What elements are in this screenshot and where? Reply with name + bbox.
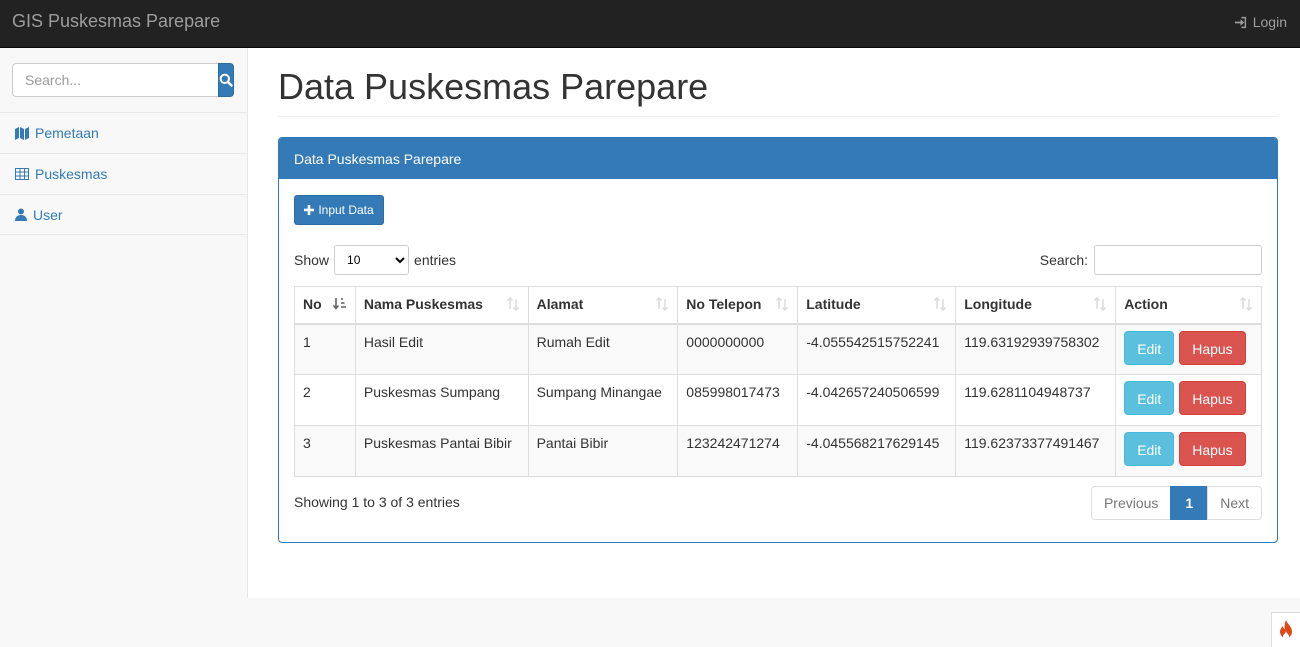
sort-both-icon xyxy=(934,297,947,311)
edit-button[interactable]: Edit xyxy=(1124,330,1175,365)
map-icon xyxy=(15,126,29,140)
cell-action: Edit Hapus xyxy=(1115,323,1262,375)
search-label: Search: xyxy=(1039,252,1088,268)
sidebar-search-input[interactable] xyxy=(12,63,218,97)
sidebar-item-label: Puskesmas xyxy=(35,166,108,182)
page-wrapper: Data Puskesmas Parepare Data Puskesmas P… xyxy=(248,48,1300,598)
column-label: Nama Puskesmas xyxy=(363,296,483,312)
cell-alamat: Rumah Edit xyxy=(527,323,679,375)
sort-both-icon xyxy=(776,297,789,311)
page-title: Data Puskesmas Parepare xyxy=(278,66,709,107)
hapus-button[interactable]: Hapus xyxy=(1179,432,1246,466)
sort-both-icon xyxy=(506,297,519,311)
sidebar-search-button[interactable] xyxy=(218,63,234,97)
table-row: 2 Puskesmas Sumpang Sumpang Minangae 085… xyxy=(294,374,1262,426)
cell-no: 3 xyxy=(294,425,356,477)
login-label: Login xyxy=(1252,14,1287,30)
sort-asc-icon xyxy=(332,298,346,310)
user-icon xyxy=(15,208,27,221)
column-header-latitude[interactable]: Latitude xyxy=(797,286,957,325)
table-info: Showing 1 to 3 of 3 entries xyxy=(294,494,460,510)
input-data-label: Input Data xyxy=(318,203,374,217)
column-label: No Telepon xyxy=(686,296,762,312)
sidebar-menu: Pemetaan Puskesmas User xyxy=(0,112,247,235)
cell-latitude: -4.045568217629145 xyxy=(797,425,957,477)
cell-latitude: -4.042657240506599 xyxy=(797,374,957,426)
cell-longitude: 119.62373377491467 xyxy=(955,425,1117,477)
debug-toolbar-toggle[interactable] xyxy=(1271,612,1300,647)
sidebar: Pemetaan Puskesmas User xyxy=(0,48,248,598)
cell-telepon: 0000000000 xyxy=(677,323,799,375)
column-header-nama[interactable]: Nama Puskesmas xyxy=(354,286,529,325)
cell-nama: Puskesmas Pantai Bibir xyxy=(354,425,529,477)
cell-alamat: Sumpang Minangae xyxy=(527,374,679,426)
panel-heading: Data Puskesmas Parepare xyxy=(279,138,1277,179)
login-link[interactable]: Login xyxy=(1234,14,1287,30)
sidebar-item-puskesmas[interactable]: Puskesmas xyxy=(0,153,247,194)
sort-both-icon xyxy=(656,297,669,311)
cell-no: 2 xyxy=(294,374,356,426)
pagination-next[interactable]: Next xyxy=(1207,486,1262,520)
plus-icon xyxy=(304,205,315,215)
column-label: Action xyxy=(1124,296,1168,312)
pagination-page[interactable]: 1 xyxy=(1170,486,1209,520)
edit-button[interactable]: Edit xyxy=(1124,381,1175,415)
search-icon xyxy=(219,73,233,87)
cell-latitude: -4.055542515752241 xyxy=(797,323,957,375)
column-header-alamat[interactable]: Alamat xyxy=(527,286,679,325)
puskesmas-table: No Nama Puskesmas Alamat No Telepon Lati… xyxy=(294,286,1262,477)
cell-alamat: Pantai Bibir xyxy=(527,425,679,477)
entries-select[interactable]: 10 xyxy=(334,245,410,275)
column-header-longitude[interactable]: Longitude xyxy=(955,286,1117,325)
pagination-previous[interactable]: Previous xyxy=(1090,486,1172,520)
cell-telepon: 085998017473 xyxy=(677,374,799,426)
cell-longitude: 119.63192939758302 xyxy=(955,323,1117,375)
cell-no: 1 xyxy=(294,323,356,375)
cell-nama: Puskesmas Sumpang xyxy=(354,374,529,426)
column-label: Alamat xyxy=(536,296,584,312)
table-filter: Search: xyxy=(1040,245,1262,275)
cell-telepon: 123242471274 xyxy=(677,425,799,477)
sort-both-icon xyxy=(1239,297,1253,311)
brand-title[interactable]: GIS Puskesmas Parepare xyxy=(12,11,220,32)
title-divider xyxy=(278,116,1278,117)
table-icon xyxy=(15,168,29,180)
sidebar-item-user[interactable]: User xyxy=(0,194,247,235)
edit-button[interactable]: Edit xyxy=(1124,432,1175,466)
sign-in-icon xyxy=(1234,16,1246,28)
column-label: No xyxy=(303,296,322,312)
table-row: 1 Hasil Edit Rumah Edit 0000000000 -4.05… xyxy=(294,323,1262,375)
table-header-row: No Nama Puskesmas Alamat No Telepon Lati… xyxy=(294,286,1262,325)
hapus-button[interactable]: Hapus xyxy=(1179,330,1246,365)
flame-icon xyxy=(1280,620,1292,640)
data-panel: Data Puskesmas Parepare Input Data Show … xyxy=(278,137,1278,543)
cell-nama: Hasil Edit xyxy=(354,323,529,375)
show-label: Show xyxy=(294,252,330,268)
table-row: 3 Puskesmas Pantai Bibir Pantai Bibir 12… xyxy=(294,425,1262,477)
column-label: Latitude xyxy=(806,296,861,312)
pagination: Previous 1 Next xyxy=(1090,486,1262,520)
sidebar-item-label: User xyxy=(33,206,63,223)
sort-both-icon xyxy=(1094,297,1107,311)
column-label: Longitude xyxy=(964,296,1032,312)
top-navbar: GIS Puskesmas Parepare Login xyxy=(0,0,1300,48)
column-header-no[interactable]: No xyxy=(294,286,356,325)
sidebar-item-label: Pemetaan xyxy=(35,125,99,141)
sidebar-search xyxy=(12,63,234,97)
input-data-button[interactable]: Input Data xyxy=(294,195,384,225)
column-header-action[interactable]: Action xyxy=(1115,286,1262,325)
sidebar-item-pemetaan[interactable]: Pemetaan xyxy=(0,112,247,153)
hapus-button[interactable]: Hapus xyxy=(1179,381,1246,415)
column-header-telepon[interactable]: No Telepon xyxy=(677,286,799,325)
cell-action: Edit Hapus xyxy=(1115,425,1262,477)
cell-action: Edit Hapus xyxy=(1115,374,1262,426)
entries-length-control: Show 10 entries xyxy=(294,245,456,275)
table-search-input[interactable] xyxy=(1094,245,1262,275)
cell-longitude: 119.6281104948737 xyxy=(955,374,1117,426)
entries-label: entries xyxy=(414,252,457,268)
